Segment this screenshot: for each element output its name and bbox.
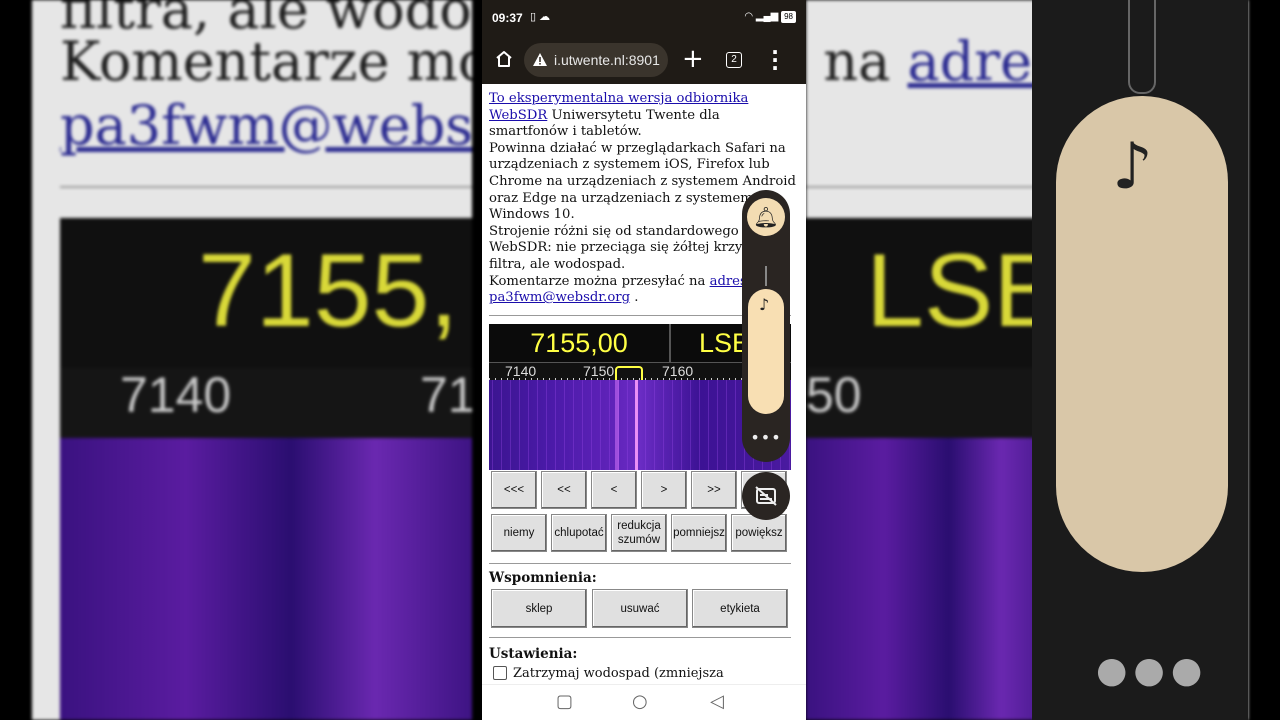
bg-scale-label-1: 7140	[120, 367, 232, 423]
scale-label: 7150	[583, 363, 615, 379]
tune-down-small-button[interactable]: <	[591, 471, 637, 509]
url-text: i.utwente.nl:8901	[554, 52, 660, 68]
memory-delete-button[interactable]: usuwać	[592, 589, 688, 628]
memory-store-button[interactable]: sklep	[491, 589, 587, 628]
new-tab-icon[interactable]: +	[682, 44, 704, 74]
background-volume-notch	[1128, 0, 1156, 94]
bg-waterfall-right	[806, 438, 1066, 720]
bg-text-line3: pa3fwm@websdr	[60, 94, 472, 157]
recents-icon[interactable]: ▢	[556, 691, 573, 712]
signal-icon: ▂▄▆	[755, 11, 779, 22]
bg-waterfall	[60, 438, 472, 720]
mute-button[interactable]: niemy	[491, 514, 547, 552]
status-bar: 09:37 ▯ ☁ ◠ ▂▄▆ 98	[482, 0, 806, 36]
scale-label: 7160	[662, 363, 694, 379]
frequency-display[interactable]: 7155,00	[489, 324, 671, 362]
bg-scale-label-2: 71	[420, 367, 472, 423]
tune-up-medium-button[interactable]: >>	[691, 471, 737, 509]
divider	[489, 563, 791, 564]
bg-text-right-1: ć na adres	[806, 30, 1060, 93]
home-icon[interactable]	[494, 49, 514, 69]
battery-icon: 98	[781, 11, 796, 23]
background-volume-panel: ♪ ●●●	[1032, 0, 1248, 720]
stop-waterfall-checkbox[interactable]	[493, 666, 507, 680]
notification-icons: ▯ ☁	[530, 11, 551, 23]
more-options-icon[interactable]: •••	[742, 428, 790, 447]
system-icons: ◠ ▂▄▆ 98	[744, 11, 796, 23]
tune-up-small-button[interactable]: >	[641, 471, 687, 509]
tune-down-medium-button[interactable]: <<	[541, 471, 587, 509]
memory-label-button[interactable]: etykieta	[692, 589, 788, 628]
intro-para4: Komentarze można przesyłać na	[489, 273, 710, 289]
settings-title: Ustawienia:	[489, 646, 578, 662]
intro-para3: Strojenie różni się od standardowego Web…	[489, 223, 766, 272]
caption-off-icon	[755, 486, 777, 506]
warning-icon[interactable]	[532, 52, 548, 68]
volume-slider[interactable]: ♪	[748, 262, 784, 414]
bg-big-frequency: 7155,	[198, 233, 459, 349]
passband-marker	[615, 366, 643, 380]
bg-divider	[60, 186, 472, 188]
system-nav-bar: ▢ ○ ◁	[482, 684, 806, 720]
home-nav-icon[interactable]: ○	[632, 691, 648, 712]
tune-down-large-button[interactable]: <<<	[491, 471, 537, 509]
music-note-icon: ♪	[1112, 130, 1153, 204]
browser-toolbar: i.utwente.nl:8901 + 2 · · ·	[482, 36, 806, 84]
email-link[interactable]: pa3fwm@websdr.org	[489, 290, 630, 305]
zoom-out-button[interactable]: pomniejsz	[671, 514, 727, 552]
bell-icon[interactable]: 🔔︎	[747, 198, 785, 236]
bg-scale-label-right: 50	[806, 367, 862, 423]
browser-menu-icon[interactable]: · · ·	[770, 42, 780, 78]
live-caption-button[interactable]	[742, 472, 790, 520]
noise-reduction-button[interactable]: redukcja szumów	[611, 514, 667, 552]
background-left-panel: filtra, ale wodospad. Komentarze można p…	[32, 0, 472, 720]
scale-label: 7140	[505, 363, 537, 379]
squelch-button[interactable]: chlupotać	[551, 514, 607, 552]
music-note-icon: ♪	[759, 295, 770, 314]
tab-switcher-button[interactable]: 2	[726, 52, 742, 68]
volume-slider-panel: 🔔︎ ♪ •••	[742, 190, 790, 462]
stop-waterfall-label: Zatrzymaj wodospad (zmniejsza	[513, 666, 724, 681]
back-icon[interactable]: ◁	[710, 691, 724, 712]
bg-text-line2: Komentarze można przesyłać na	[60, 30, 472, 93]
bg-divider-right	[806, 186, 1066, 188]
wifi-icon: ◠	[744, 11, 754, 22]
memories-title: Wspomnienia:	[489, 570, 597, 586]
volume-slider-handle[interactable]	[765, 266, 767, 286]
more-dots-icon: ●●●	[1096, 650, 1209, 691]
divider	[489, 637, 791, 638]
status-time: 09:37	[492, 11, 523, 25]
address-bar[interactable]: i.utwente.nl:8901	[524, 43, 668, 77]
